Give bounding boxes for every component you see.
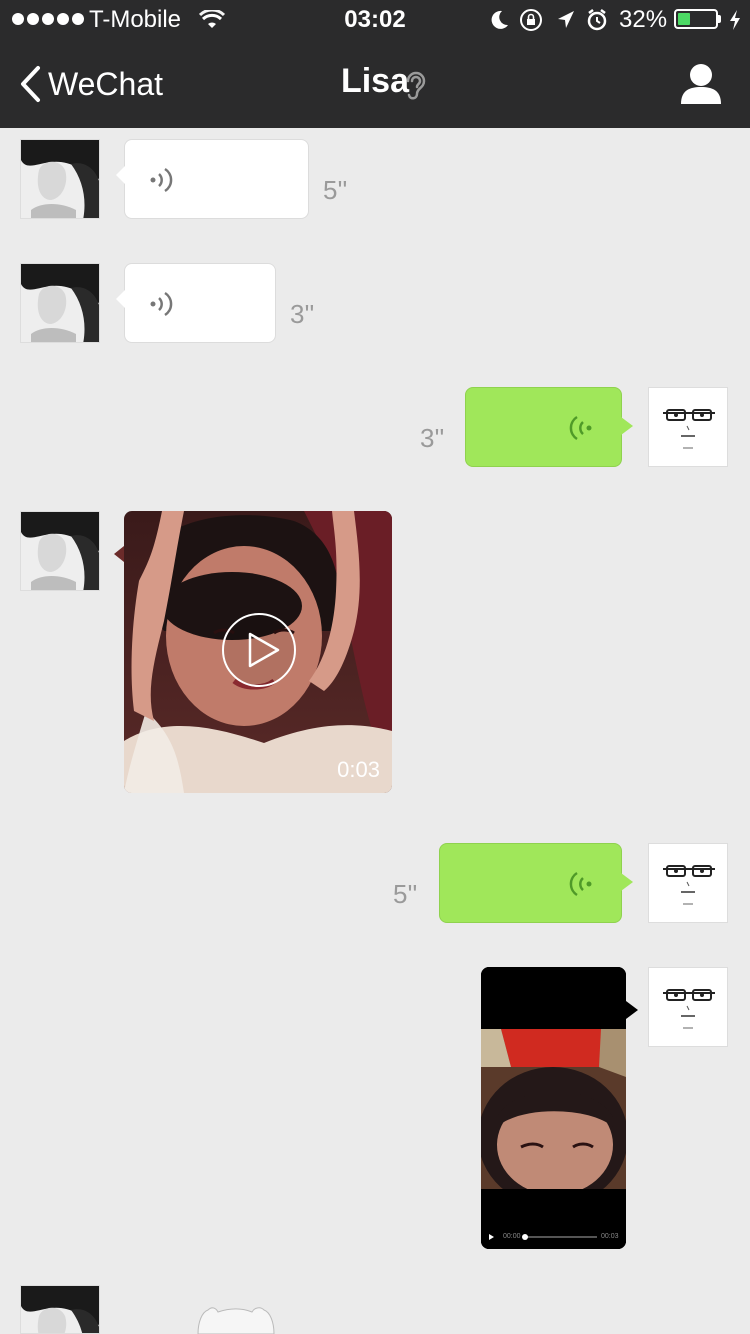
battery-fill [678,13,690,25]
chat-title-text: Lisa [340,62,410,100]
battery-tip [718,15,721,23]
lisa-avatar-image [21,1286,99,1333]
contact-profile-icon [681,64,721,104]
video-frame-image [481,967,626,1249]
status-bar: T-Mobile 03:02 32% [0,0,750,40]
voice-wave-icon [150,167,173,193]
lisa-avatar-image [21,264,99,342]
voice-wave-icon [569,871,592,897]
voice-bubble[interactable] [116,139,309,219]
battery-percent: 32% [619,6,668,33]
voice-wave-icon [150,291,173,317]
voice-duration: 3'' [420,423,445,453]
moon-icon [491,10,508,29]
my-avatar[interactable] [648,387,728,467]
battery-icon [674,9,718,29]
player-time-elapsed: 00:00 [503,1233,521,1240]
lisa-avatar-image [21,140,99,218]
video-player[interactable]: 00:00 00:03 [481,967,626,1249]
nav-bar: WeChat Lisa [0,40,750,128]
voice-duration: 5'' [323,175,348,205]
my-avatar-image [649,844,727,922]
my-avatar[interactable] [648,843,728,923]
voice-duration: 5'' [393,879,418,909]
alarm-icon [587,9,607,31]
rotation-lock-icon [520,9,542,31]
video-length: 0:03 [337,757,380,782]
ear-icon [406,71,426,100]
voice-wave-icon [569,415,592,441]
location-arrow-icon [558,11,574,28]
voice-bubble[interactable] [439,843,633,923]
voice-bubble[interactable] [465,387,633,467]
bubble-tail [116,290,125,308]
lisa-avatar[interactable] [20,1285,100,1334]
voice-bubble[interactable] [116,263,276,343]
contact-profile-button[interactable] [678,60,724,108]
lisa-avatar[interactable] [20,511,100,591]
my-avatar[interactable] [648,967,728,1047]
chat-title: Lisa [0,62,750,101]
bubble-tail [621,417,633,435]
bubble-tail [626,1001,638,1019]
lisa-avatar[interactable] [20,263,100,343]
play-button-icon[interactable] [221,612,297,688]
bubble-tail [621,873,633,891]
bubble-tail [114,546,124,562]
lisa-avatar[interactable] [20,139,100,219]
lisa-avatar-image [21,512,99,590]
bubble-tail [116,166,125,184]
video-thumbnail[interactable]: 0:03 [124,511,392,793]
player-time-total: 00:03 [601,1233,619,1240]
charging-bolt-icon [730,10,740,30]
voice-duration: 3'' [290,299,315,329]
sticker-image[interactable] [190,1304,280,1334]
my-avatar-image [649,388,727,466]
my-avatar-image [649,968,727,1046]
